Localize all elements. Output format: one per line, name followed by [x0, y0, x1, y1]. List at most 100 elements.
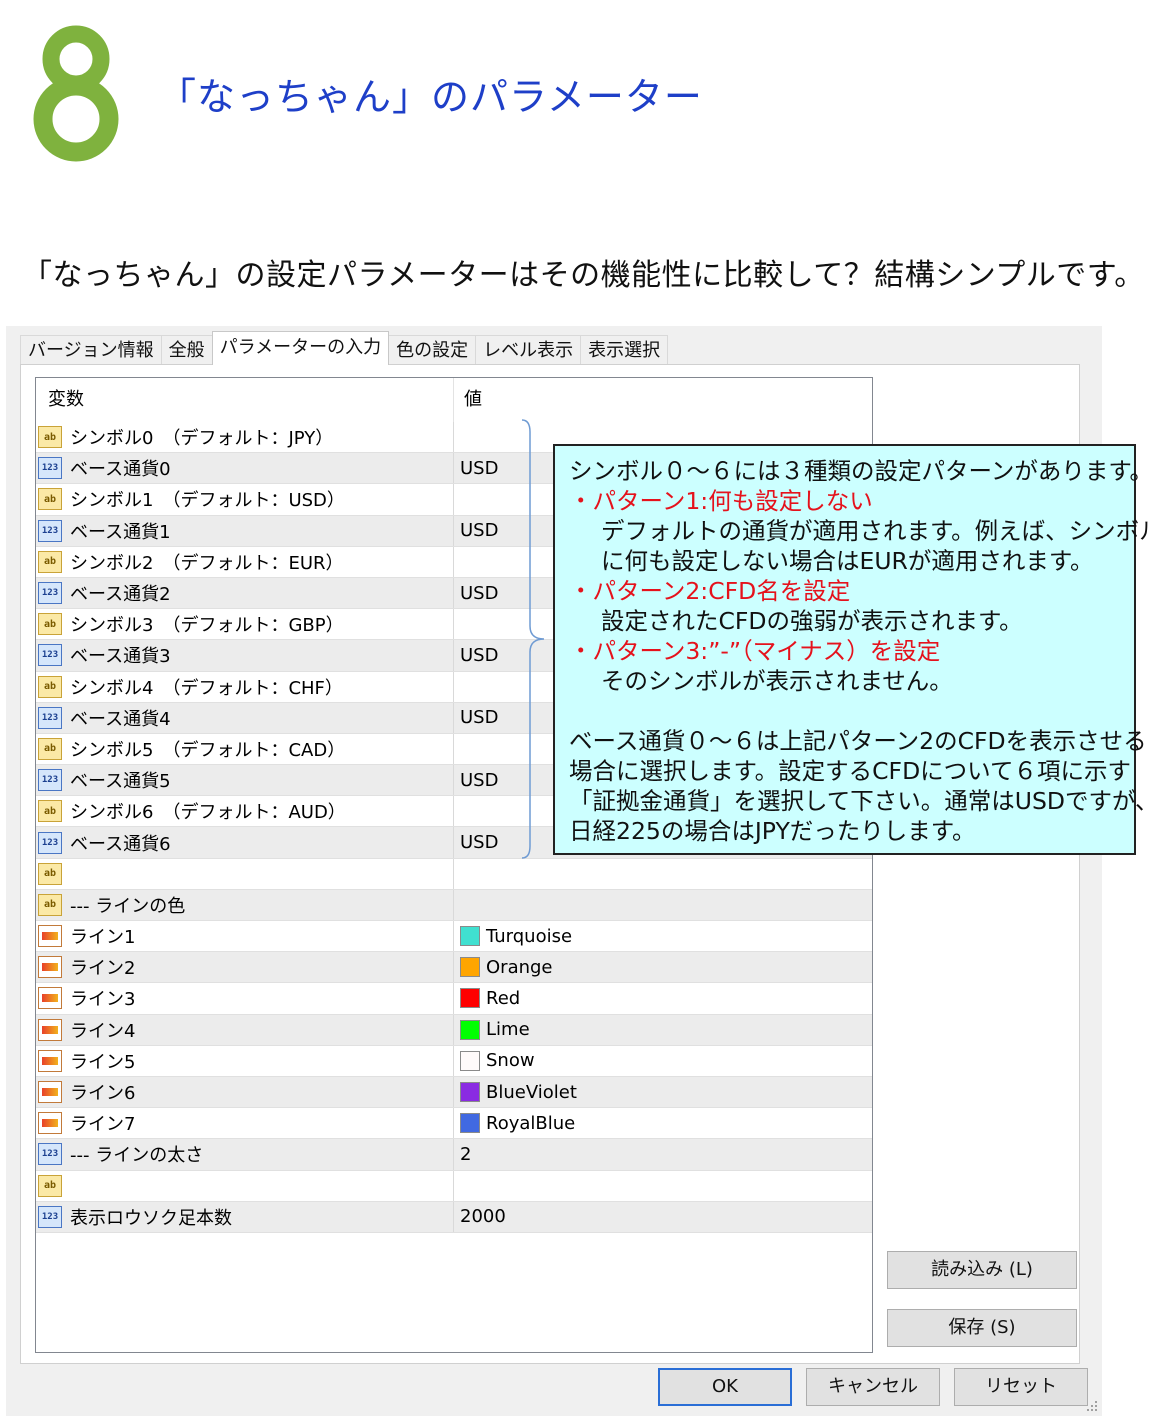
- variable-cell: ab シンボル3 （デフォルト：GBP）: [36, 609, 454, 640]
- number-type-icon: 123: [38, 457, 62, 480]
- string-type-icon: ab: [38, 1174, 62, 1197]
- color-type-icon: [38, 1081, 62, 1104]
- step-number-badge: [33, 25, 119, 162]
- variable-value: USD: [460, 644, 499, 666]
- table-row[interactable]: ライン7 RoyalBlue: [36, 1108, 872, 1140]
- value-cell[interactable]: RoyalBlue: [454, 1108, 872, 1138]
- tab-visualization[interactable]: 表示選択: [580, 335, 669, 365]
- column-header-variable[interactable]: 変数: [36, 378, 454, 422]
- value-cell[interactable]: Lime: [454, 1015, 872, 1045]
- variable-name: ライン3: [70, 989, 136, 1011]
- variable-cell: 123 表示ロウソク足本数: [36, 1201, 454, 1232]
- string-type-icon: ab: [38, 800, 62, 823]
- save-button[interactable]: 保存 (S): [887, 1309, 1077, 1347]
- table-row[interactable]: ab: [36, 858, 872, 890]
- pattern1-description: デフォルトの通貨が適用されます。例えば、シンボル2: [601, 517, 1150, 545]
- number-type-icon: 123: [38, 769, 62, 792]
- variable-cell: ライン2: [36, 952, 454, 983]
- value-cell[interactable]: Red: [454, 983, 872, 1013]
- variable-name: シンボル5 （デフォルト：CAD）: [70, 739, 346, 761]
- variable-name: --- ラインの太さ: [70, 1145, 204, 1167]
- variable-name: シンボル3 （デフォルト：GBP）: [70, 615, 344, 637]
- variable-value: 2000: [460, 1206, 506, 1228]
- value-cell[interactable]: Turquoise: [454, 921, 872, 951]
- column-header-value[interactable]: 値: [454, 378, 482, 422]
- color-type-icon: [38, 1018, 62, 1041]
- variable-name: シンボル1 （デフォルト：USD）: [70, 490, 345, 512]
- variable-cell: 123 ベース通貨6: [36, 827, 454, 858]
- variable-cell: ab シンボル2 （デフォルト：EUR）: [36, 546, 454, 577]
- value-cell[interactable]: Snow: [454, 1046, 872, 1076]
- number-type-icon: 123: [38, 1205, 62, 1228]
- table-row[interactable]: ライン2 Orange: [36, 952, 872, 984]
- table-row[interactable]: 123 表示ロウソク足本数 2000: [36, 1201, 872, 1233]
- table-row[interactable]: ライン5 Snow: [36, 1045, 872, 1077]
- tab-general[interactable]: 全般: [160, 335, 213, 365]
- resize-grip-icon[interactable]: [1084, 1398, 1098, 1412]
- variable-value: Turquoise: [486, 925, 573, 947]
- variable-cell: ab シンボル6 （デフォルト：AUD）: [36, 796, 454, 827]
- tab-version-info[interactable]: バージョン情報: [20, 335, 162, 365]
- value-cell[interactable]: Orange: [454, 952, 872, 982]
- cancel-button[interactable]: キャンセル: [806, 1368, 940, 1406]
- value-cell[interactable]: [454, 890, 872, 920]
- variable-cell: 123 ベース通貨1: [36, 515, 454, 546]
- number-type-icon: 123: [38, 519, 62, 542]
- variable-cell: 123 ベース通貨5: [36, 765, 454, 796]
- variable-name: ライン7: [70, 1114, 136, 1136]
- variable-name: ベース通貨1: [70, 521, 171, 543]
- base-currency-note-2: 場合に選択します。設定するCFDについて６項に示す: [569, 757, 1131, 785]
- table-row[interactable]: ライン3 Red: [36, 983, 872, 1015]
- value-cell[interactable]: 2000: [454, 1202, 872, 1232]
- variable-cell: ab シンボル4 （デフォルト：CHF）: [36, 671, 454, 702]
- table-row[interactable]: ライン4 Lime: [36, 1014, 872, 1046]
- string-type-icon: ab: [38, 613, 62, 636]
- tab-colors[interactable]: 色の設定: [388, 335, 477, 365]
- value-cell[interactable]: [454, 1171, 872, 1201]
- variable-value: Snow: [486, 1050, 535, 1072]
- pattern3-description: そのシンボルが表示されません。: [601, 667, 953, 695]
- intro-text: 「なっちゃん」の設定パラメーターはその機能性に比較して？結構シンプルです。: [22, 258, 1145, 293]
- load-button[interactable]: 読み込み (L): [887, 1251, 1077, 1289]
- variable-name: ベース通貨0: [70, 459, 171, 481]
- reset-button[interactable]: リセット: [954, 1368, 1088, 1406]
- explanation-callout: シンボル０～６には３種類の設定パターンがあります。 ・パターン1:何も設定しない…: [553, 444, 1150, 855]
- variable-value: USD: [460, 707, 499, 729]
- string-type-icon: ab: [38, 675, 62, 698]
- number-type-icon: 123: [38, 582, 62, 605]
- tab-input-parameters[interactable]: パラメーターの入力: [211, 331, 390, 365]
- color-swatch: [460, 1019, 480, 1040]
- variable-cell: 123 ベース通貨0: [36, 453, 454, 484]
- string-type-icon: ab: [38, 893, 62, 916]
- variable-cell: 123 ベース通貨3: [36, 640, 454, 671]
- variable-name: シンボル2 （デフォルト：EUR）: [70, 552, 344, 574]
- callout-intro: シンボル０～６には３種類の設定パターンがあります。: [569, 457, 1150, 485]
- variable-name: ベース通貨5: [70, 771, 171, 793]
- color-swatch: [460, 1113, 480, 1134]
- variable-name: ライン6: [70, 1083, 136, 1105]
- variable-cell: ab: [36, 858, 454, 889]
- pattern2-heading: ・パターン2:CFD名を設定: [569, 577, 851, 605]
- grid-header: 変数 値: [36, 378, 872, 422]
- value-cell[interactable]: 2: [454, 1139, 872, 1169]
- table-row[interactable]: ab --- ラインの色: [36, 889, 872, 921]
- table-row[interactable]: ライン6 BlueViolet: [36, 1076, 872, 1109]
- table-row[interactable]: ab: [36, 1170, 872, 1202]
- value-cell[interactable]: [454, 859, 872, 889]
- variable-name: ライン1: [70, 927, 136, 949]
- variable-cell: ライン6: [36, 1076, 454, 1108]
- variable-cell: ライン3: [36, 983, 454, 1014]
- ok-button[interactable]: OK: [658, 1368, 792, 1406]
- number-type-icon: 123: [38, 831, 62, 854]
- color-swatch: [460, 1082, 480, 1103]
- variable-name: シンボル4 （デフォルト：CHF）: [70, 677, 343, 699]
- value-cell[interactable]: BlueViolet: [454, 1077, 872, 1107]
- table-row[interactable]: 123 --- ラインの太さ 2: [36, 1139, 872, 1171]
- pattern3-heading: ・パターン3:”-”（マイナス）を設定: [569, 637, 941, 665]
- variable-value: Lime: [486, 1019, 530, 1041]
- table-row[interactable]: ライン1 Turquoise: [36, 921, 872, 953]
- variable-value: Red: [486, 987, 521, 1009]
- tab-levels[interactable]: レベル表示: [475, 335, 582, 365]
- variable-cell: ab: [36, 1170, 454, 1201]
- variable-cell: ライン4: [36, 1014, 454, 1045]
